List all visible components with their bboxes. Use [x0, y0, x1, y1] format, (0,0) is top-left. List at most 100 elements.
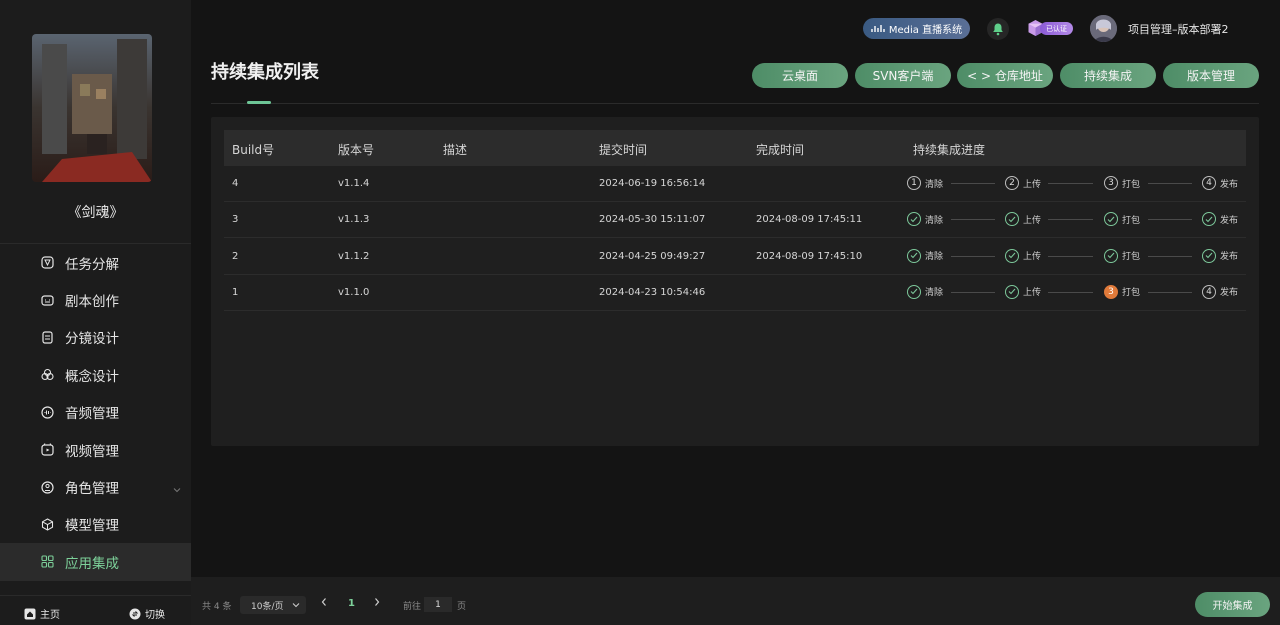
progress-step: 3 打包: [1104, 284, 1140, 299]
progress-step: 清除: [907, 248, 943, 263]
sidebar-item-label: 视频管理: [65, 443, 119, 460]
step-number: 1: [907, 176, 921, 190]
check-icon: [1202, 212, 1216, 227]
chevron-right-icon: [375, 598, 380, 606]
cloud-desktop-button[interactable]: 云桌面: [752, 63, 848, 88]
column-version: 版本号: [338, 143, 375, 157]
sidebar-item-audio[interactable]: 音频管理: [0, 394, 191, 431]
model-icon: [40, 517, 54, 531]
progress-step: 发布: [1202, 212, 1238, 227]
sidebar-item-label: 角色管理: [65, 481, 119, 498]
sidebar-item-label: 音频管理: [65, 406, 119, 423]
sidebar: 《剑魂》 任务分解 剧本创作 分镜设计 概念设计 音频管理 视频管理 角色管理 …: [0, 0, 191, 625]
cell-finish-time: 2024-08-09 17:45:11: [756, 214, 863, 226]
project-cover-image[interactable]: [32, 34, 152, 182]
sidebar-item-model[interactable]: 模型管理: [0, 506, 191, 543]
progress-step: 1 清除: [907, 176, 943, 190]
next-page-button[interactable]: [373, 597, 381, 610]
step-label: 上传: [1023, 288, 1042, 299]
prev-page-button[interactable]: [320, 597, 328, 610]
column-finish-time: 完成时间: [756, 143, 805, 157]
avatar[interactable]: [1090, 15, 1117, 42]
home-label: 主页: [40, 610, 60, 621]
page-size-select[interactable]: 10条/页: [240, 596, 306, 614]
video-icon: [40, 443, 54, 457]
step-label: 打包: [1122, 252, 1141, 263]
sidebar-item-video[interactable]: 视频管理: [0, 431, 191, 468]
cell-submit-time: 2024-04-25 09:49:27: [599, 250, 706, 262]
sidebar-item-label: 概念设计: [65, 368, 119, 385]
step-connector: [951, 183, 995, 184]
sidebar-nav: 任务分解 剧本创作 分镜设计 概念设计 音频管理 视频管理 角色管理 模型管理 …: [0, 244, 191, 581]
step-number: 4: [1202, 176, 1216, 190]
progress-step: 4 发布: [1202, 284, 1238, 299]
table-row[interactable]: 1 v1.1.0 2024-04-23 10:54:46 清除 上传 3 打包 4 发布: [224, 275, 1246, 311]
progress-step: 发布: [1202, 248, 1239, 263]
step-connector: [1048, 291, 1093, 293]
table-header: Build号 版本号 描述 提交时间 完成时间 持续集成进度: [224, 130, 1246, 166]
step-connector: [951, 255, 995, 257]
goto-unit: 页: [457, 602, 467, 612]
sidebar-item-storyboard[interactable]: 分镜设计: [0, 319, 191, 356]
progress-step: 清除: [907, 212, 944, 227]
chevron-down-icon[interactable]: [173, 481, 181, 497]
check-icon: [907, 284, 921, 299]
cell-finish-time: 2024-08-09 17:45:10: [756, 250, 863, 262]
cell-version: v1.1.2: [338, 250, 370, 262]
step-label: 清除: [925, 215, 944, 226]
chevron-left-icon: [321, 598, 326, 606]
storyboard-icon: [40, 330, 54, 344]
continuous-integration-button[interactable]: 持续集成: [1060, 63, 1156, 88]
start-integration-button[interactable]: 开始集成: [1195, 592, 1270, 617]
switch-label: 切换: [145, 610, 165, 621]
certified-badge[interactable]: 已认证: [1027, 19, 1073, 38]
page-title: 持续集成列表: [211, 62, 319, 83]
step-number: 3: [1104, 284, 1118, 299]
progress-step: 上传: [1005, 284, 1042, 299]
repo-address-button[interactable]: < > 仓库地址: [957, 63, 1053, 88]
home-button[interactable]: 主页: [24, 606, 60, 621]
check-icon: [1005, 212, 1019, 227]
progress-step: 上传: [1005, 212, 1041, 227]
table-row[interactable]: 2 v1.1.2 2024-04-25 09:49:27 2024-08-09 17:…: [224, 239, 1246, 275]
check-icon: [1104, 212, 1118, 227]
column-description: 描述: [443, 143, 468, 157]
step-connector: [1048, 219, 1093, 221]
sidebar-item-script[interactable]: 剧本创作: [0, 281, 191, 318]
step-label: 打包: [1122, 215, 1141, 226]
user-name[interactable]: 项目管理–版本部署2: [1128, 21, 1229, 37]
check-icon: [1104, 248, 1118, 263]
check-icon: [1005, 248, 1019, 263]
sidebar-item-character[interactable]: 角色管理: [0, 468, 191, 505]
cell-build: 2: [232, 250, 239, 262]
switch-button[interactable]: 切换: [129, 606, 165, 621]
progress-step: 清除: [907, 284, 943, 299]
progress-step: 打包: [1104, 212, 1141, 227]
svn-client-button[interactable]: SVN客户端: [855, 63, 951, 88]
table-row[interactable]: 4 v1.1.4 2024-06-19 16:56:14 1 清除 2 上传 3 打包 4 发布: [224, 166, 1246, 202]
media-live-button[interactable]: Media 直播系统: [863, 18, 970, 39]
cell-submit-time: 2024-06-19 16:56:14: [599, 178, 706, 189]
notification-bell[interactable]: [987, 18, 1009, 40]
step-number: 3: [1104, 176, 1118, 190]
step-connector: [1148, 255, 1192, 257]
project-name: 《剑魂》: [67, 205, 124, 221]
apps-icon: [40, 555, 54, 569]
step-label: 发布: [1220, 252, 1239, 263]
sidebar-item-concept[interactable]: 概念设计: [0, 356, 191, 393]
step-connector: [1148, 183, 1192, 184]
sidebar-item-task[interactable]: 任务分解: [0, 244, 191, 281]
sidebar-item-label: 分镜设计: [65, 331, 119, 348]
step-label: 上传: [1023, 179, 1042, 190]
pagination-total: 共 4 条: [202, 602, 232, 612]
goto-page-input[interactable]: [424, 597, 452, 612]
step-label: 上传: [1023, 252, 1042, 263]
table-row[interactable]: 3 v1.1.3 2024-05-30 15:11:07 2024-08-09 17:…: [224, 202, 1246, 239]
step-connector: [951, 291, 995, 293]
version-management-button[interactable]: 版本管理: [1163, 63, 1259, 88]
step-connector: [1148, 291, 1192, 293]
sidebar-item-apps[interactable]: 应用集成: [0, 543, 191, 581]
cell-version: v1.1.4: [338, 178, 370, 189]
page-number-current[interactable]: 1: [348, 598, 355, 609]
sidebar-item-label: 剧本创作: [65, 294, 119, 311]
